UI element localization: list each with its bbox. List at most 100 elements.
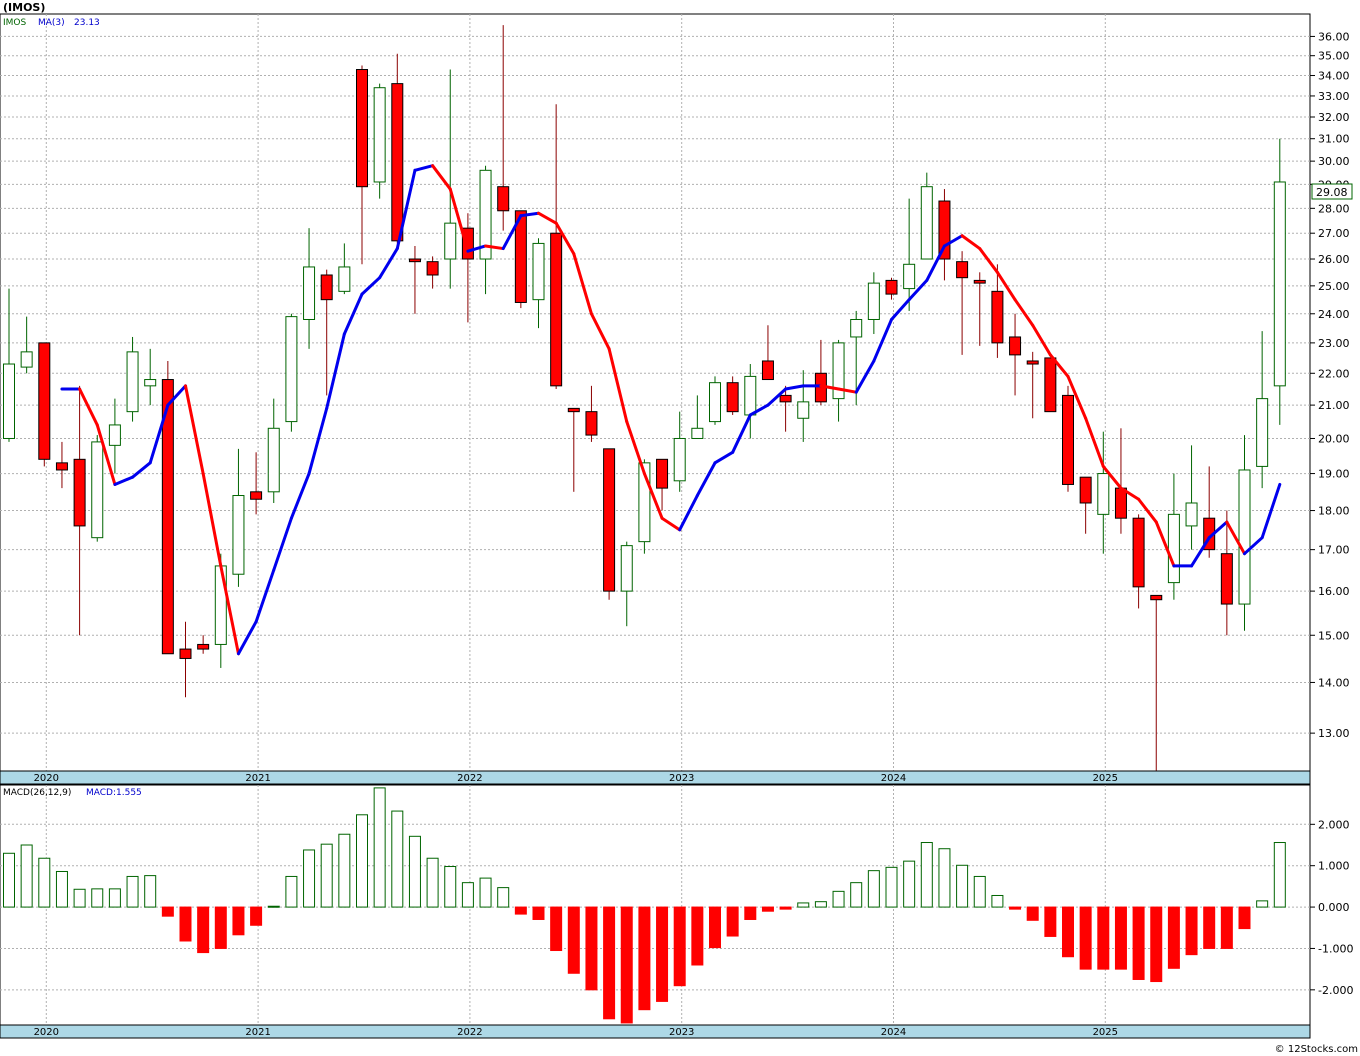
- macd-bar: [497, 887, 510, 908]
- candle-body: [620, 545, 633, 592]
- macd-bar: [761, 906, 774, 912]
- legend-macd-value: MACD:1.555: [86, 788, 142, 798]
- macd-bar: [567, 906, 580, 974]
- price-tick-label: 36.00: [1318, 30, 1350, 43]
- macd-bar: [320, 843, 333, 908]
- candle-body: [903, 263, 916, 290]
- candle: [38, 342, 51, 467]
- candle-body: [1238, 469, 1251, 605]
- macd-bar: [179, 906, 192, 942]
- macd-year-label: 2024: [881, 1027, 906, 1038]
- macd-y-axis: -2.000 -1.000 0.000 1.000 2.000: [1310, 818, 1353, 997]
- candle-body: [1062, 394, 1074, 485]
- macd-bar: [303, 849, 316, 908]
- candle-body: [91, 441, 104, 539]
- macd-bar: [73, 888, 86, 908]
- candle-body: [1009, 336, 1022, 356]
- candle-body: [197, 643, 210, 650]
- macd-year-label: 2021: [245, 1027, 270, 1038]
- candle-body: [920, 186, 933, 260]
- price-tick-label: 26.00: [1318, 253, 1350, 266]
- candle-body: [20, 351, 33, 368]
- price-tick-label: 22.00: [1318, 367, 1350, 380]
- price-tick-label: 17.00: [1318, 544, 1350, 557]
- macd-bar: [126, 875, 139, 908]
- candle-body: [426, 261, 439, 276]
- macd-bar: [267, 905, 280, 908]
- candle: [709, 376, 721, 425]
- macd-bar: [1114, 906, 1127, 970]
- macd-bar: [550, 906, 563, 952]
- candle-body: [1185, 502, 1198, 527]
- candle-body: [779, 394, 792, 403]
- macd-bar: [20, 844, 33, 908]
- macd-bar: [391, 810, 404, 908]
- macd-bar: [214, 906, 227, 949]
- macd-bar: [1079, 906, 1092, 970]
- price-year-label: 2022: [457, 773, 482, 784]
- macd-bar: [814, 901, 827, 908]
- candle-body: [550, 232, 563, 387]
- macd-bar: [726, 906, 739, 937]
- macd-bar: [373, 787, 386, 908]
- macd-bar: [444, 866, 457, 908]
- candle: [726, 376, 739, 415]
- candle-body: [497, 186, 510, 212]
- candle-body: [744, 375, 757, 416]
- macd-bar: [1167, 906, 1180, 969]
- candle: [1273, 138, 1286, 425]
- candle-body: [567, 407, 580, 413]
- macd-bar: [1044, 906, 1057, 937]
- macd-bar: [250, 906, 263, 926]
- macd-bar: [973, 875, 986, 908]
- price-tick-label: 27.00: [1318, 227, 1350, 240]
- last-price-value: 29.08: [1316, 186, 1348, 199]
- candle-body: [338, 266, 351, 292]
- candle-body: [691, 427, 704, 439]
- macd-tick-label: 2.000: [1318, 818, 1350, 831]
- candle-body: [144, 379, 157, 387]
- macd-bar: [232, 906, 245, 936]
- macd-bar: [1185, 906, 1198, 956]
- macd-bar: [867, 870, 880, 908]
- candle-body: [285, 316, 298, 423]
- macd-bar: [161, 906, 174, 917]
- macd-bar: [514, 906, 527, 915]
- candle-body: [726, 382, 739, 413]
- price-year-label: 2020: [34, 773, 59, 784]
- candle-body: [3, 363, 15, 439]
- macd-bar: [108, 888, 121, 908]
- macd-bar: [797, 902, 810, 908]
- price-tick-label: 16.00: [1318, 585, 1350, 598]
- macd-bar: [938, 848, 951, 908]
- macd-year-label: 2022: [457, 1027, 482, 1038]
- candle-body: [991, 290, 1004, 344]
- macd-bar: [356, 814, 368, 908]
- candle-body: [885, 279, 898, 295]
- price-tick-label: 19.00: [1318, 468, 1350, 481]
- candle: [91, 435, 104, 542]
- chart-title: (IMOS): [3, 1, 45, 14]
- macd-bar: [691, 906, 704, 966]
- candle-body: [444, 222, 457, 260]
- candle-body: [585, 411, 598, 436]
- candle-body: [656, 458, 669, 489]
- macd-bar: [709, 906, 721, 949]
- candle: [373, 83, 386, 199]
- candle-body: [1256, 398, 1269, 467]
- candle-body: [126, 351, 139, 413]
- candle: [285, 313, 298, 432]
- macd-bar: [1220, 906, 1233, 949]
- candle-body: [108, 424, 121, 446]
- macd-bar: [885, 866, 898, 908]
- price-tick-label: 14.00: [1318, 676, 1350, 689]
- candle-body: [673, 437, 686, 482]
- candle-body: [320, 274, 333, 301]
- candle-body: [603, 448, 616, 592]
- candle-body: [1097, 473, 1110, 515]
- candle-body: [1150, 594, 1163, 601]
- price-panel: 13.00 14.00 15.00 16.00 17.00 18.00 19.00 20.00…: [0, 13, 1353, 785]
- macd-year-label: 2020: [34, 1027, 59, 1038]
- macd-bar: [603, 906, 616, 1020]
- price-tick-label: 21.00: [1318, 399, 1350, 412]
